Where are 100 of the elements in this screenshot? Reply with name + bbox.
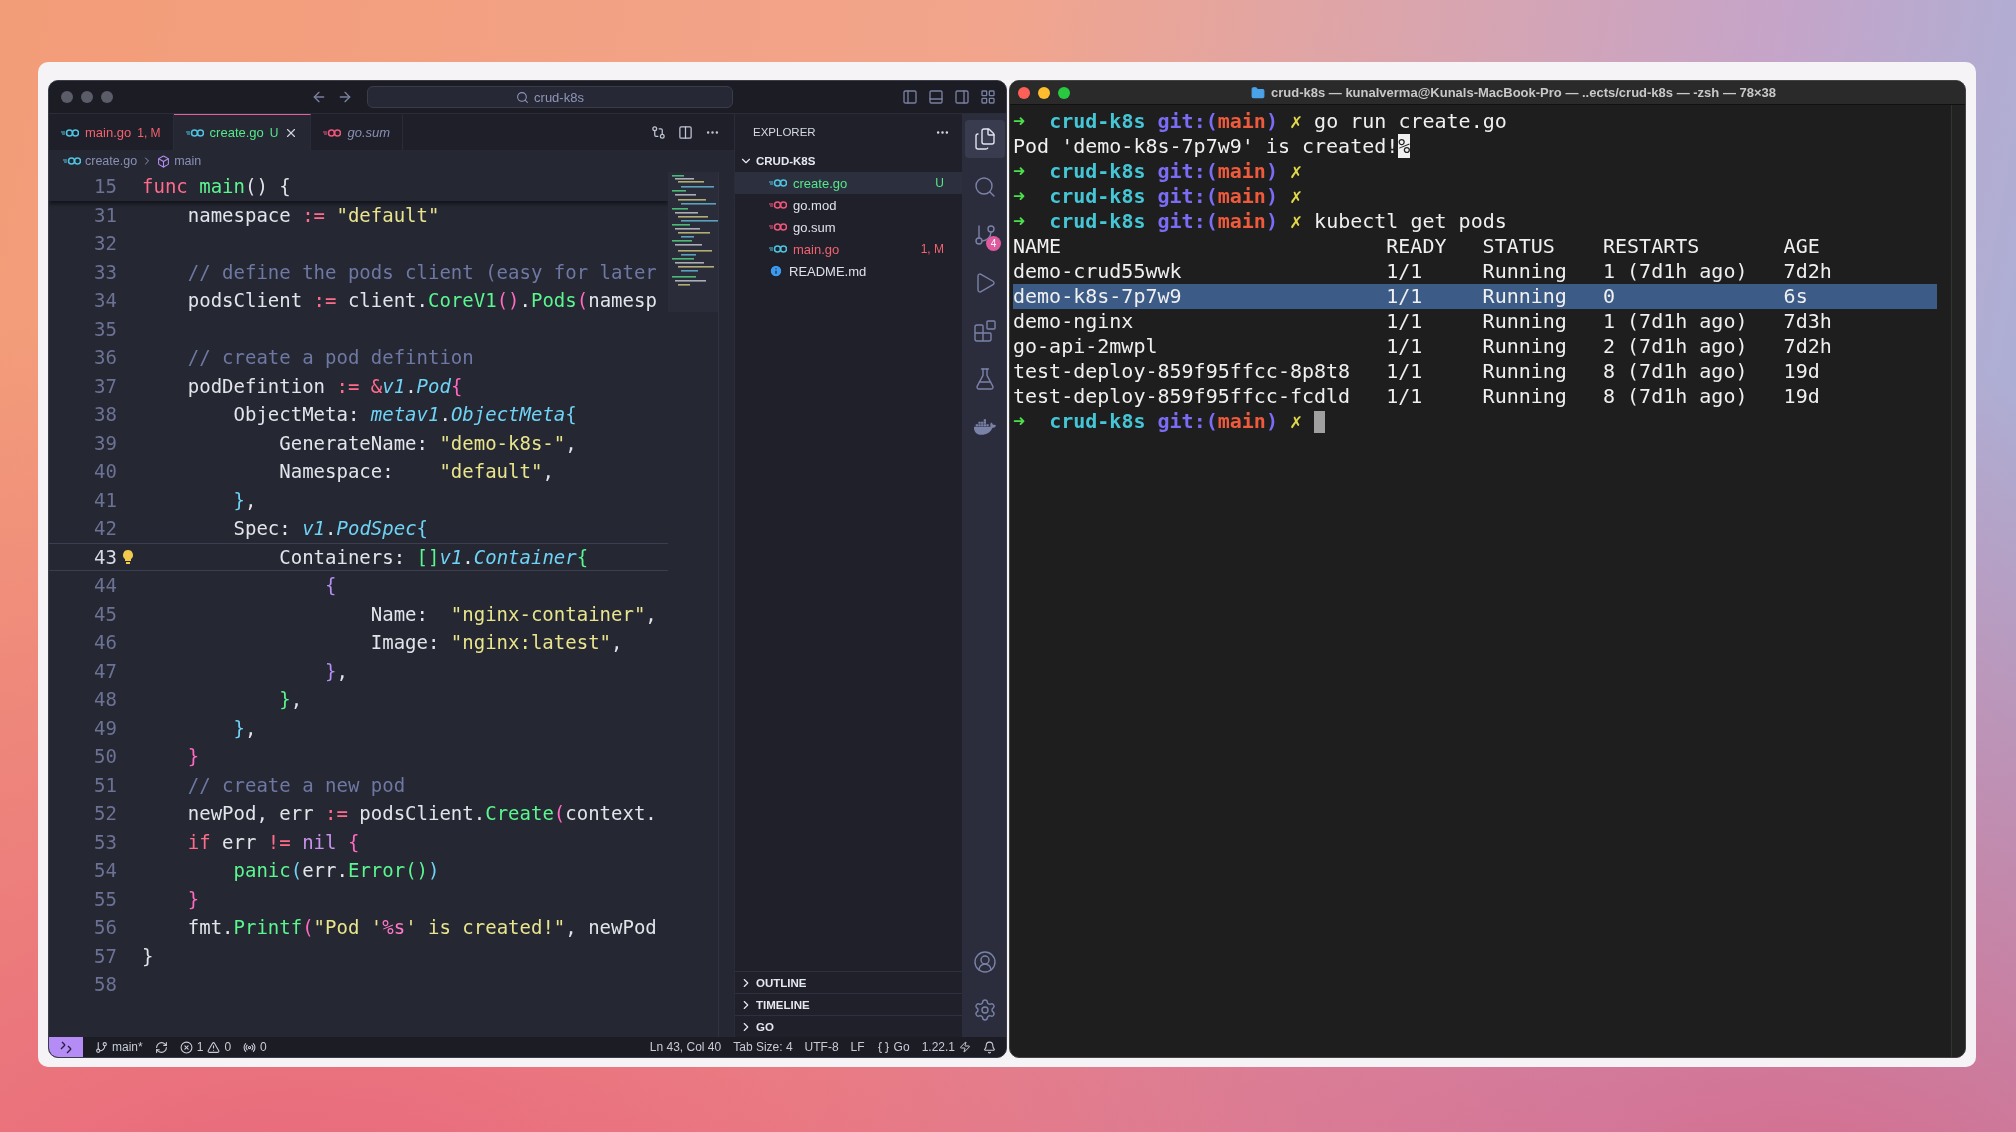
table-cell-text: 19d [1783, 359, 1821, 384]
file-icon [769, 244, 787, 254]
blocks-icon [973, 319, 997, 343]
file-icon [323, 127, 342, 138]
layout-icon[interactable] [980, 89, 996, 105]
bell-icon[interactable] [983, 1040, 996, 1054]
code-line: }, [278, 688, 303, 711]
panel-title: EXPLORER [753, 126, 816, 138]
tab-label: go.sum [347, 125, 391, 140]
line-number: 36 [93, 346, 117, 369]
close-dot[interactable] [1018, 86, 1030, 99]
file-item[interactable]: main.go 1, M [735, 238, 962, 260]
code-line: ObjectMeta: metav1.ObjectMeta{ [232, 403, 577, 426]
warning-icon [207, 1040, 221, 1054]
code-line: Image: "nginx:latest", [369, 631, 623, 654]
language-status[interactable]: Go [876, 1040, 910, 1054]
file-item[interactable]: go.sum [735, 216, 962, 238]
section-header[interactable]: OUTLINE [735, 971, 962, 993]
file-icon [769, 222, 787, 232]
line-number: 43 [93, 545, 117, 568]
status-item[interactable]: Tab Size: 4 [733, 1040, 793, 1054]
scroll-track[interactable] [1951, 105, 1965, 1057]
line-number: 55 [93, 887, 117, 910]
prompt-line: ➜ crud-k8s git:(main) ✗ [1013, 409, 1303, 434]
sidebar-toggle-icon[interactable] [902, 89, 918, 105]
table-cell-text: 1/1 [1386, 334, 1424, 359]
zoom-dot[interactable] [1058, 86, 1070, 99]
line-number: 53 [93, 830, 117, 853]
version-status[interactable]: 1.22.1 [921, 1040, 971, 1054]
folder-item[interactable]: CRUD-K8S [735, 150, 962, 172]
table-cell-text: Running [1482, 284, 1568, 309]
sync-icon[interactable] [154, 1040, 168, 1054]
line-number: 46 [93, 631, 117, 654]
prompt-line: ➜ crud-k8s git:(main) ✗ go run create.go [1013, 109, 1507, 134]
table-cell-text: demo-nginx [1013, 309, 1135, 334]
ports-status[interactable]: 0 [243, 1040, 267, 1054]
remote-button[interactable] [49, 1037, 83, 1057]
code-line: } [186, 887, 200, 910]
branch-icon [95, 1040, 108, 1054]
code-line: } [186, 745, 200, 768]
minimize-dot[interactable] [81, 91, 93, 103]
table-cell-text: test-deploy-859f95ffcc-8p8t8 [1013, 359, 1352, 384]
file-item[interactable]: go.mod [735, 194, 962, 216]
close-dot[interactable] [61, 91, 73, 103]
back-icon[interactable] [311, 89, 327, 105]
table-cell-text: 1/1 [1386, 359, 1424, 384]
lightbulb-icon[interactable] [122, 548, 134, 565]
forward-icon[interactable] [337, 89, 353, 105]
table-cell-text: 6s [1783, 284, 1809, 309]
status-item[interactable]: LF [850, 1040, 865, 1054]
status-item[interactable]: UTF-8 [804, 1040, 839, 1054]
code-line: }, [232, 716, 257, 739]
code-line: newPod, err := podsClient.Create(context. [186, 802, 657, 825]
zoom-dot[interactable] [101, 91, 113, 103]
braces-icon [876, 1040, 890, 1054]
panel-toggle-icon[interactable] [928, 89, 944, 105]
minimap[interactable] [668, 172, 718, 312]
code-line: { [324, 574, 337, 597]
line-number: 35 [93, 317, 117, 340]
file-item[interactable]: create.go U [735, 172, 962, 194]
problems-status[interactable]: 1 0 [179, 1040, 232, 1054]
breadcrumb-item[interactable]: main [174, 154, 202, 168]
flask-icon [973, 367, 997, 391]
command-center[interactable]: crud-k8s [367, 86, 733, 108]
code-line: fmt.Printf("Pod '%s' is created!", newPod [186, 916, 657, 939]
search-icon [973, 175, 997, 199]
file-icon [61, 127, 79, 138]
line-number: 58 [93, 973, 117, 996]
table-cell-text: 1/1 [1386, 309, 1424, 334]
tab-label: main.go [85, 125, 132, 140]
activity-button[interactable] [965, 120, 1005, 158]
file-name: README.md [789, 263, 867, 279]
column-header: RESTARTS [1603, 234, 1701, 259]
table-cell-text: Running [1482, 359, 1568, 384]
compare-icon[interactable] [651, 124, 666, 140]
section-header[interactable]: TIMELINE [735, 993, 962, 1015]
line-number: 37 [93, 374, 117, 397]
cube-icon [157, 154, 171, 168]
code-line: } [141, 944, 154, 967]
table-cell-text: 8 (7d1h ago) [1603, 384, 1749, 409]
code-line: podsClient := client.CoreV1().Pods(namesp [186, 289, 657, 312]
bolt-icon [959, 1041, 971, 1053]
breadcrumb-item[interactable]: create.go [85, 154, 138, 168]
file-item[interactable]: README.md [735, 260, 962, 282]
file-icon [63, 156, 81, 166]
code-line: if err != nil { [186, 830, 360, 853]
table-cell-text: 7d3h [1783, 309, 1833, 334]
column-header: NAME [1013, 234, 1063, 259]
secondary-sidebar-icon[interactable] [954, 89, 970, 105]
table-cell-text: 1/1 [1386, 284, 1424, 309]
split-icon[interactable] [678, 124, 693, 140]
line-number: 38 [93, 403, 117, 426]
editor-tab[interactable]: create.go U [173, 114, 312, 150]
code-line: Name: "nginx-container", [369, 602, 657, 625]
remote-icon [59, 1040, 73, 1054]
minimize-dot[interactable] [1038, 86, 1050, 99]
search-icon [516, 90, 530, 104]
branch-status[interactable]: main* [95, 1040, 143, 1054]
table-cell-text: Running [1482, 309, 1568, 334]
status-item[interactable]: Ln 43, Col 40 [649, 1040, 722, 1054]
